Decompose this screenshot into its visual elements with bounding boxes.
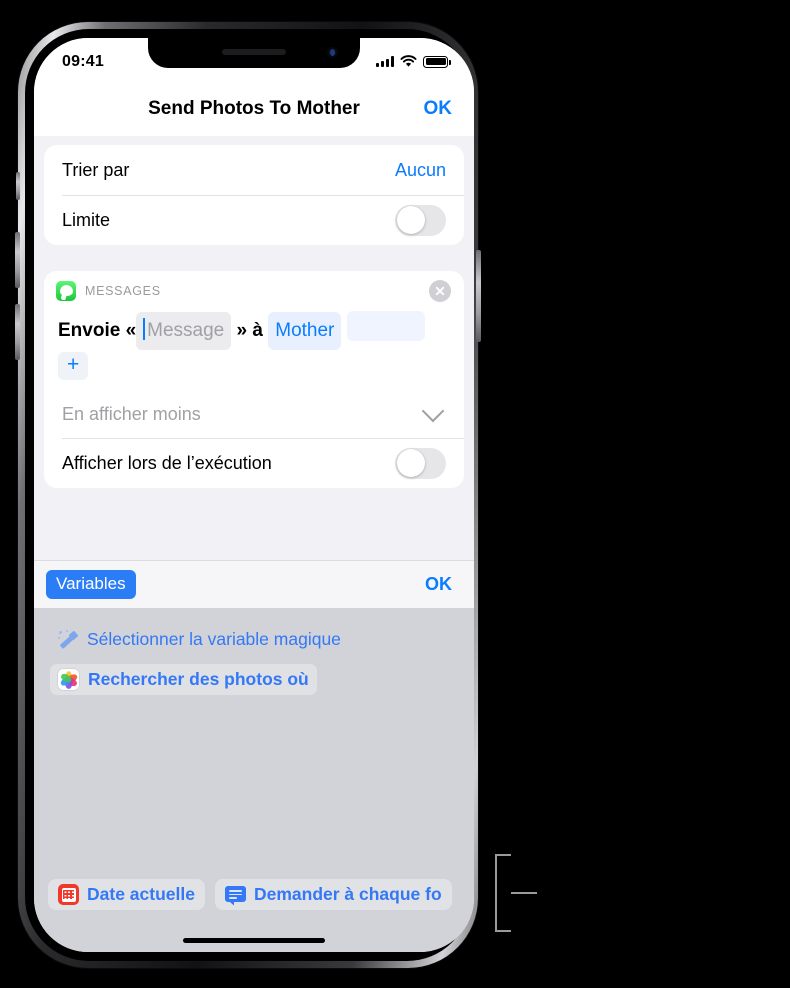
volume-up-button[interactable]: [15, 232, 20, 288]
action-sentence: Envoie « Message » à Mother: [58, 311, 450, 350]
add-recipient-button[interactable]: +: [58, 352, 89, 380]
action-card-header: MESSAGES: [44, 271, 464, 311]
close-circle-icon[interactable]: [429, 280, 451, 302]
variables-done-button[interactable]: OK: [425, 574, 452, 595]
phone-device-frame: 09:41 Send Photos To Mother OK Trier par…: [15, 22, 481, 968]
navigation-bar: Send Photos To Mother OK: [34, 82, 474, 136]
row-limit[interactable]: Limite: [44, 195, 464, 245]
sentence-prefix: Envoie «: [58, 320, 137, 341]
earpiece-speaker-icon: [222, 49, 286, 55]
variable-chip-current-date[interactable]: Date actuelle: [48, 879, 205, 910]
signal-bars-icon: [376, 56, 394, 67]
sentence-middle: » à: [236, 320, 263, 341]
wifi-icon: [400, 55, 417, 67]
chevron-down-icon[interactable]: [421, 399, 445, 423]
row-show-when-run[interactable]: Afficher lors de l’exécution: [44, 438, 464, 488]
variable-picker-panel: Sélectionner la variable magique Recherc…: [34, 608, 474, 952]
options-card: Trier par Aucun Limite: [44, 145, 464, 245]
photos-app-icon: [58, 669, 79, 690]
nav-done-button[interactable]: OK: [424, 98, 453, 120]
variable-chip-ask-each-time-label: Demander à chaque fo: [253, 884, 442, 904]
variables-tab-button[interactable]: Variables: [46, 570, 136, 599]
row-show-when-run-label: Afficher lors de l’exécution: [62, 452, 272, 473]
message-placeholder: Message: [147, 320, 225, 341]
variables-accessory-bar: Variables OK: [34, 560, 474, 608]
row-show-less[interactable]: En afficher moins: [44, 390, 464, 438]
silent-switch[interactable]: [16, 172, 20, 200]
empty-recipient-token[interactable]: [346, 311, 425, 341]
row-limit-label: Limite: [62, 209, 111, 230]
front-camera-icon: [327, 47, 338, 58]
bottom-variable-chips: Date actuelle Demander à chaque fo: [34, 879, 474, 910]
variable-item-photos-label: Rechercher des photos où: [88, 669, 309, 689]
magic-wand-icon: [58, 629, 79, 650]
volume-down-button[interactable]: [15, 304, 20, 360]
action-app-name: MESSAGES: [85, 284, 161, 298]
limit-toggle[interactable]: [395, 204, 446, 236]
action-card-body: Envoie « Message » à Mother +: [44, 311, 464, 390]
row-sort-by-label: Trier par: [62, 159, 130, 180]
variable-item-magic[interactable]: Sélectionner la variable magique: [50, 624, 349, 655]
power-button[interactable]: [476, 250, 481, 342]
calendar-icon: [58, 884, 79, 905]
show-when-run-toggle[interactable]: [395, 447, 446, 479]
variable-item-photos[interactable]: Rechercher des photos où: [50, 664, 317, 695]
status-time: 09:41: [62, 52, 104, 70]
message-text-field[interactable]: Message: [136, 312, 232, 350]
status-indicators: [376, 52, 451, 68]
variable-chip-ask-each-time[interactable]: Demander à chaque fo: [214, 879, 452, 910]
home-indicator[interactable]: [183, 938, 325, 943]
messages-action-card: MESSAGES Envoie « Message » à Mother + En…: [44, 271, 464, 488]
text-cursor: [143, 318, 146, 340]
battery-full-icon: [423, 55, 451, 68]
recipient-token[interactable]: Mother: [268, 312, 342, 350]
variable-chip-current-date-label: Date actuelle: [87, 884, 195, 904]
shortcut-editor-content[interactable]: Trier par Aucun Limite MESSAGES Envoie «…: [34, 136, 474, 560]
messages-app-icon: [56, 281, 76, 301]
page-title: Send Photos To Mother: [148, 98, 360, 119]
variable-item-magic-label: Sélectionner la variable magique: [87, 629, 341, 649]
message-bubble-icon: [224, 885, 246, 904]
phone-screen: 09:41 Send Photos To Mother OK Trier par…: [34, 38, 474, 952]
row-sort-by-value[interactable]: Aucun: [395, 160, 446, 181]
row-sort-by[interactable]: Trier par Aucun: [44, 145, 464, 195]
row-show-less-label: En afficher moins: [62, 403, 201, 424]
notch: [148, 38, 360, 68]
callout-bracket: [495, 854, 555, 932]
